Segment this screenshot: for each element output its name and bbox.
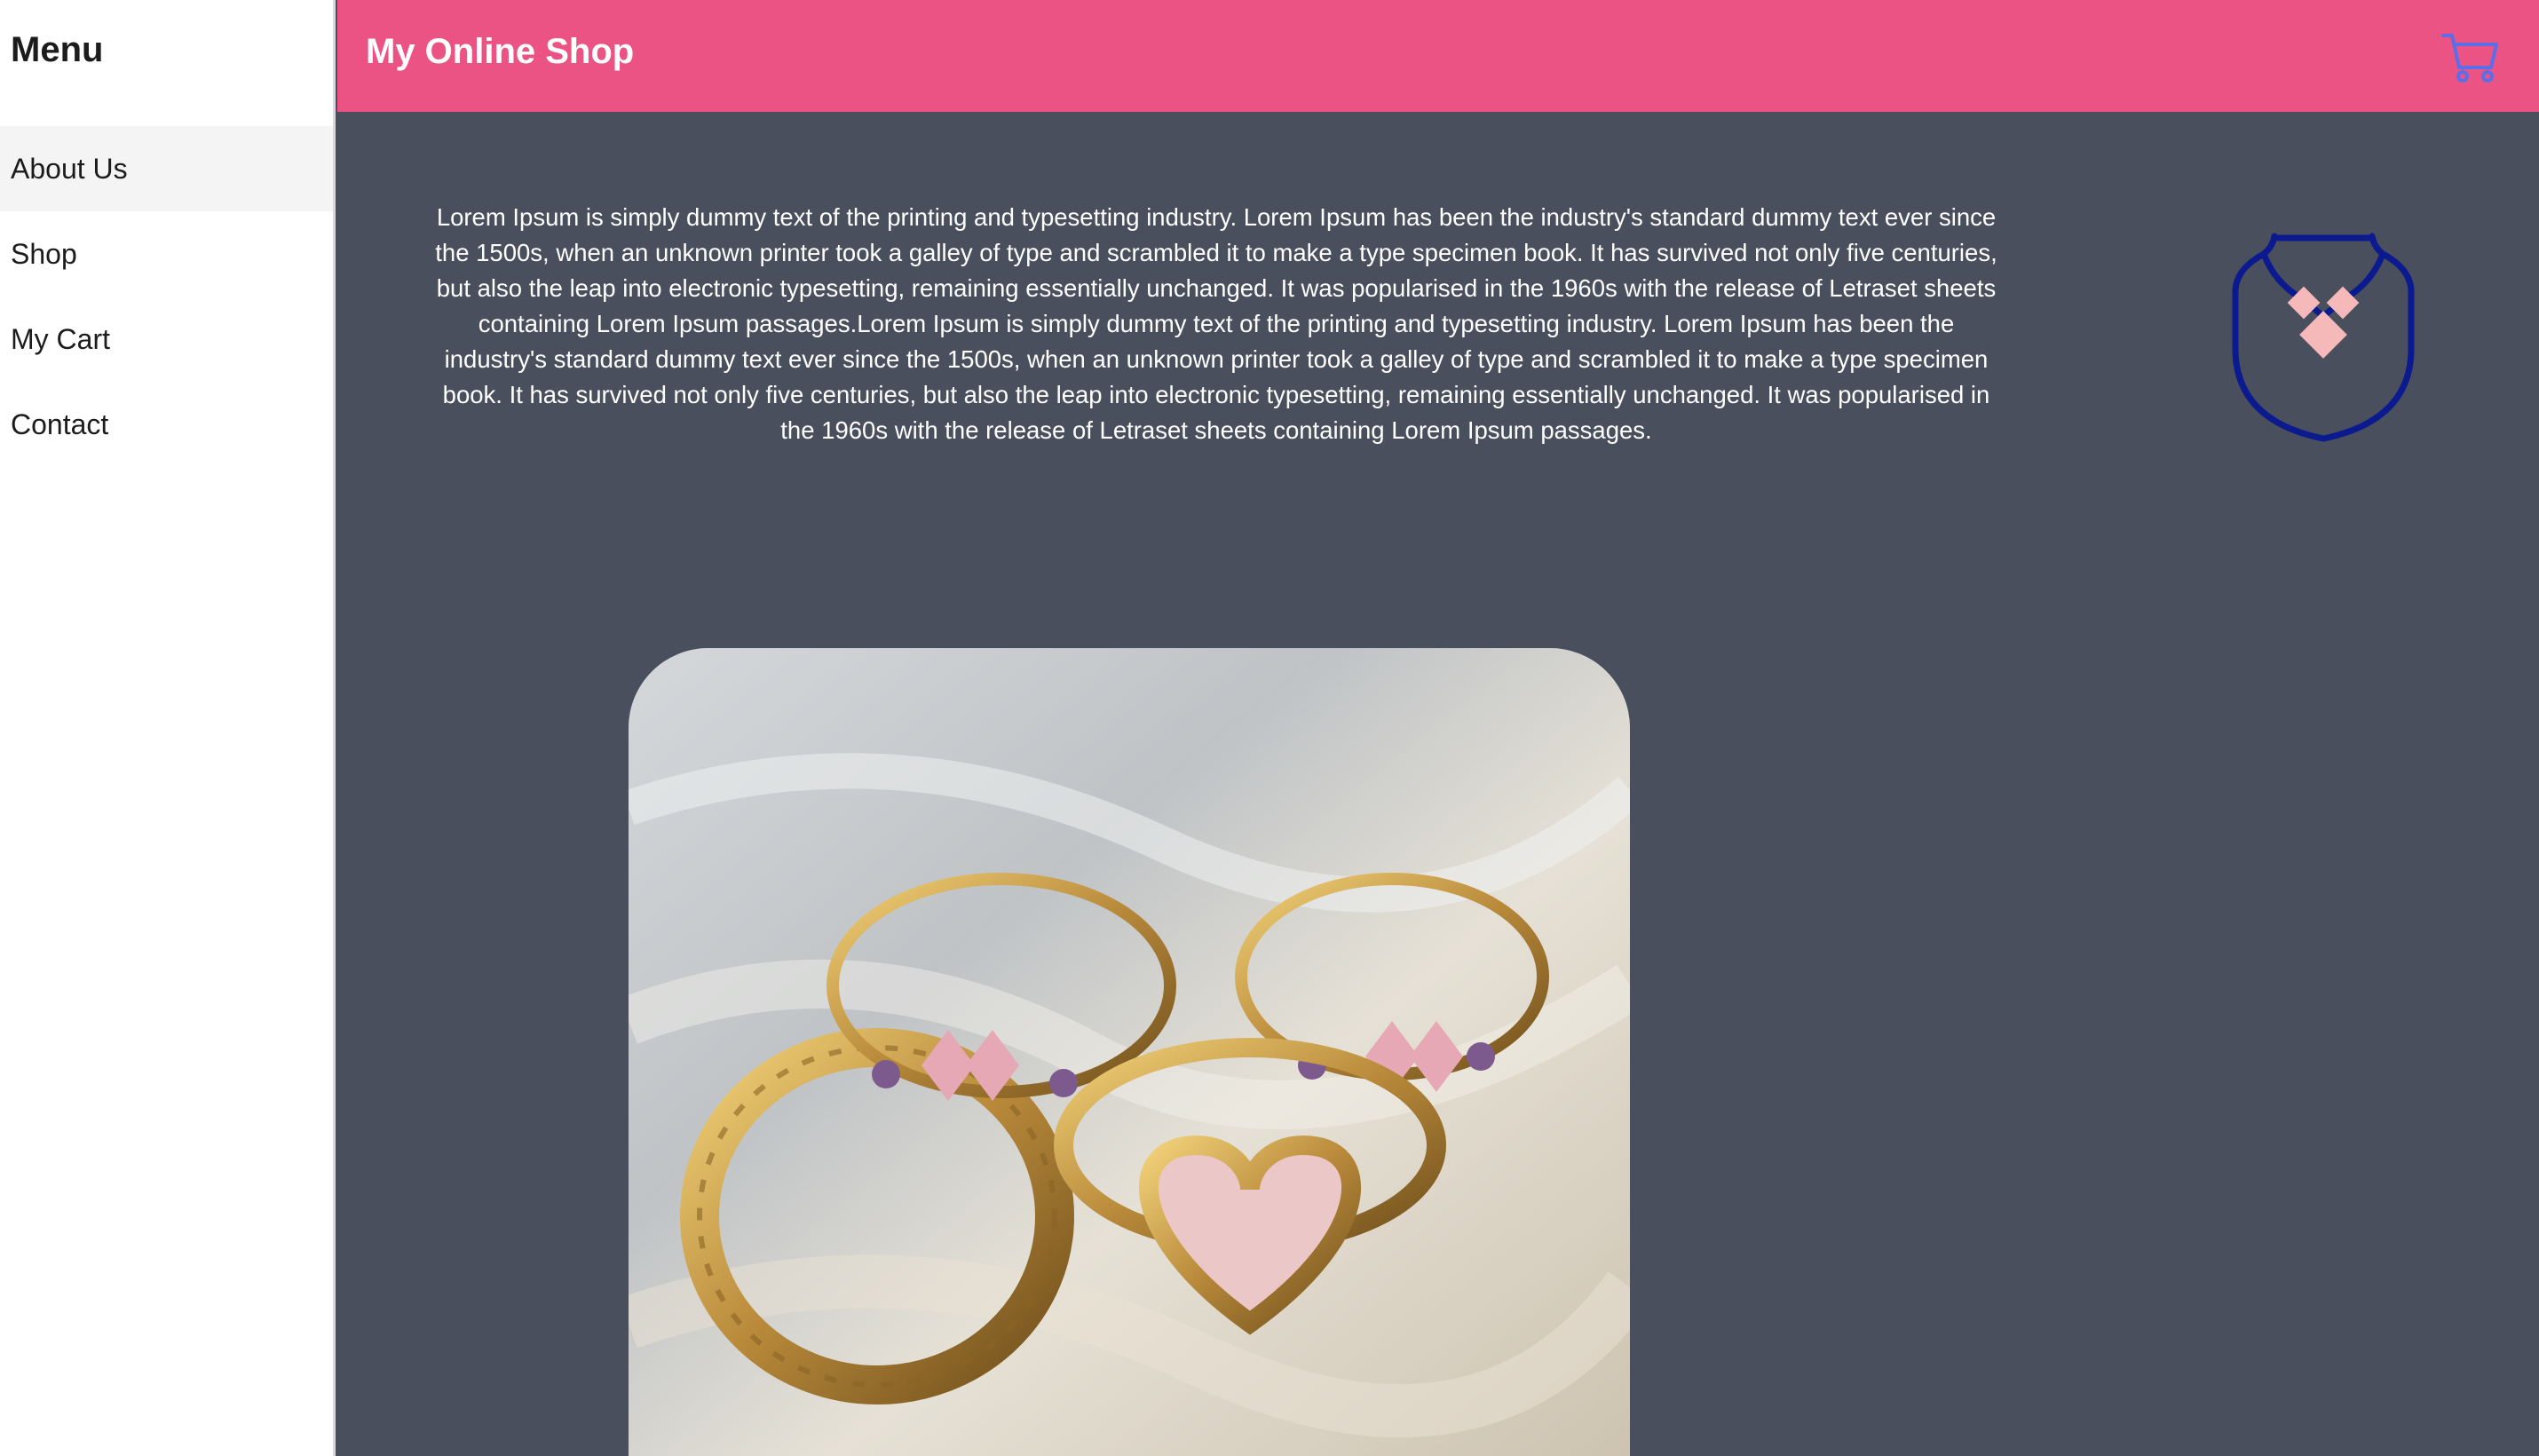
product-image bbox=[629, 648, 1630, 1456]
sidebar-item-my-cart[interactable]: My Cart bbox=[0, 297, 333, 382]
sidebar-item-shop[interactable]: Shop bbox=[0, 211, 333, 297]
top-bar: My Online Shop bbox=[337, 0, 2539, 112]
sidebar: Menu About Us Shop My Cart Contact bbox=[0, 0, 336, 1456]
shop-title: My Online Shop bbox=[366, 32, 635, 71]
menu-title: Menu bbox=[11, 30, 104, 69]
sidebar-item-about-us[interactable]: About Us bbox=[0, 126, 333, 211]
intro-text: Lorem Ipsum is simply dummy text of the … bbox=[435, 203, 1997, 444]
menu-list: About Us Shop My Cart Contact bbox=[0, 126, 333, 467]
sidebar-item-contact[interactable]: Contact bbox=[0, 382, 333, 467]
app-window: Menu About Us Shop My Cart Contact My On… bbox=[0, 0, 2539, 1456]
necklace-logo-icon bbox=[2221, 227, 2425, 449]
cart-icon bbox=[2441, 34, 2498, 83]
cart-button[interactable] bbox=[2440, 27, 2502, 89]
